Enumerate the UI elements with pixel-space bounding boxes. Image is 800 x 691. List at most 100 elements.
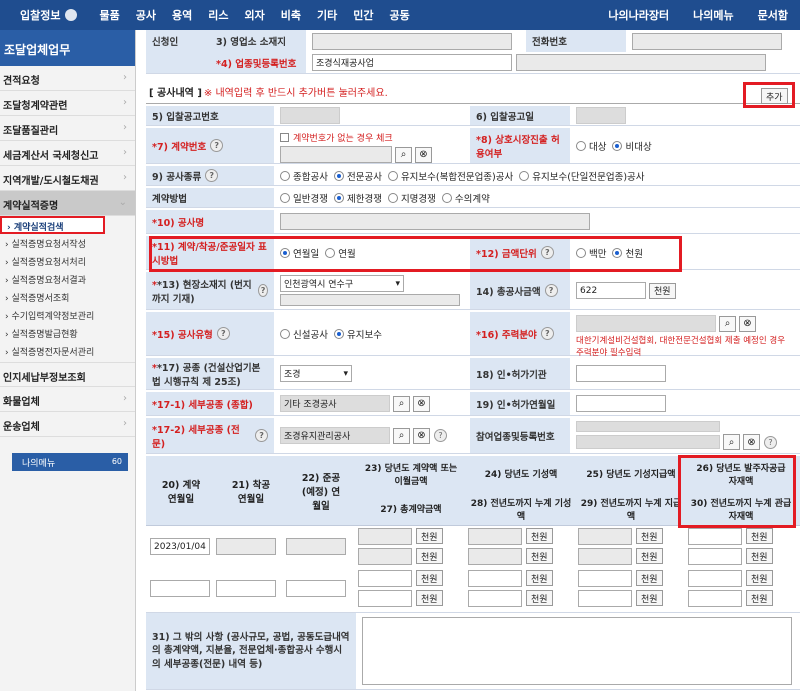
amount-30-field[interactable]	[688, 548, 742, 565]
amount-29b-field[interactable]	[578, 590, 632, 607]
clear-icon[interactable]: ⊗	[743, 434, 760, 450]
nav-bid-info[interactable]: 입찰정보	[0, 0, 91, 30]
amount-24b-field[interactable]	[468, 570, 522, 587]
permit-agency-field[interactable]	[576, 365, 666, 382]
participating-industry-field-2[interactable]	[576, 435, 720, 449]
class-new-option[interactable]: 신설공사	[280, 327, 328, 341]
method-nominated-option[interactable]: 지명경쟁	[387, 191, 436, 205]
method-open-option[interactable]: 일반경쟁	[280, 191, 328, 205]
nav-my-menu[interactable]: 나의메뉴	[681, 0, 745, 30]
work-type-select[interactable]: 조경 ▾	[280, 365, 352, 382]
help-icon[interactable]: ?	[258, 284, 268, 297]
amount-26-field[interactable]	[688, 528, 742, 545]
sidebar-sub-result[interactable]: › 실적증명요청서결과	[0, 270, 135, 288]
contract-date-field-2[interactable]	[150, 580, 210, 597]
sidebar-item-bonds[interactable]: 지역개발/도시철도채권 ›	[0, 166, 135, 191]
search-icon[interactable]: ⌕	[723, 434, 740, 450]
amount-23-field[interactable]	[358, 528, 412, 545]
sidebar-sub-search[interactable]: › 계약실적검색	[0, 216, 105, 234]
method-limited-option[interactable]: 제한경쟁	[333, 191, 382, 205]
amount-25-field[interactable]	[578, 528, 632, 545]
sidebar-item-transport[interactable]: 운송업체 ›	[0, 412, 135, 437]
amount-24-field[interactable]	[468, 528, 522, 545]
permit-date-field[interactable]	[576, 395, 666, 412]
amount-27b-field[interactable]	[358, 590, 412, 607]
start-date-field[interactable]	[216, 538, 276, 555]
other-notes-textarea[interactable]	[362, 617, 792, 685]
class-maint-option[interactable]: 유지보수	[333, 327, 382, 341]
type-maint-multi-option[interactable]: 유지보수(복합전문업종)공사	[387, 169, 513, 183]
bid-notice-number-field[interactable]	[280, 107, 340, 124]
type-maint-single-option[interactable]: 유지보수(단일전문업종)공사	[519, 169, 645, 183]
start-date-field-2[interactable]	[216, 580, 276, 597]
sidebar-item-stamp-tax[interactable]: 인지세납부정보조회	[0, 362, 135, 387]
sidebar-sub-view[interactable]: › 실적증명서조회	[0, 288, 135, 306]
help-icon[interactable]: ?	[210, 139, 224, 152]
nav-joint[interactable]: 공동	[381, 0, 417, 30]
amount-25b-field[interactable]	[578, 570, 632, 587]
sidebar-item-quality[interactable]: 조달품질관리 ›	[0, 116, 135, 141]
phone-field[interactable]	[632, 32, 782, 50]
nav-etc[interactable]: 기타	[309, 0, 345, 30]
search-icon[interactable]: ⌕	[393, 395, 410, 412]
nav-private[interactable]: 민간	[345, 0, 381, 30]
nav-goods[interactable]: 물품	[91, 0, 127, 30]
search-icon[interactable]: ⌕	[393, 427, 410, 444]
nav-lease[interactable]: 리스	[200, 0, 236, 30]
contract-number-field[interactable]	[280, 146, 392, 163]
sidebar-item-contract[interactable]: 조달청계약관련 ›	[0, 91, 135, 116]
no-contract-checkbox[interactable]	[280, 133, 289, 142]
sidebar-sub-manual[interactable]: › 수기입력계약정보관리	[0, 306, 135, 324]
clear-icon[interactable]: ⊗	[739, 315, 756, 332]
amount-30b-field[interactable]	[688, 590, 742, 607]
help-icon[interactable]: ?	[764, 435, 777, 449]
nav-stockpile[interactable]: 비축	[273, 0, 309, 30]
total-amount-field[interactable]: 622	[576, 282, 646, 299]
clear-icon[interactable]: ⊗	[413, 395, 430, 412]
contract-date-field[interactable]: 2023/01/04	[150, 538, 210, 555]
market-entry-nontarget-option[interactable]: 비대상	[612, 139, 652, 153]
help-icon[interactable]: ?	[216, 327, 230, 340]
completion-date-field-2[interactable]	[286, 580, 346, 597]
my-menu-box[interactable]: 나의메뉴 60	[12, 453, 128, 471]
amount-29-field[interactable]	[578, 548, 632, 565]
market-entry-target-option[interactable]: 대상	[576, 139, 606, 153]
help-icon[interactable]: ?	[255, 429, 268, 442]
nav-foreign[interactable]: 외자	[236, 0, 272, 30]
main-field-input[interactable]	[576, 315, 716, 332]
industry-field[interactable]: 조경식재공사업	[312, 54, 512, 71]
clear-icon[interactable]: ⊗	[413, 427, 430, 444]
sidebar-sub-issued[interactable]: › 실적증명발급현황	[0, 324, 135, 342]
sidebar-item-tax[interactable]: 세금계산서 국세청신고 ›	[0, 141, 135, 166]
amount-26b-field[interactable]	[688, 570, 742, 587]
help-icon[interactable]: ?	[434, 429, 447, 442]
office-address-field[interactable]	[312, 32, 512, 50]
amount-23b-field[interactable]	[358, 570, 412, 587]
bid-notice-date-field[interactable]	[576, 107, 626, 124]
search-icon[interactable]: ⌕	[395, 146, 412, 163]
nav-documents[interactable]: 문서함	[746, 0, 800, 30]
completion-date-field[interactable]	[286, 538, 346, 555]
help-icon[interactable]: ?	[544, 284, 558, 297]
sidebar-sub-edoc[interactable]: › 실적증명전자문서관리	[0, 342, 135, 360]
help-icon[interactable]: ?	[205, 169, 219, 182]
nav-my-naramarket[interactable]: 나의나라장터	[596, 0, 681, 30]
sidebar-item-freight[interactable]: 화물업체 ›	[0, 387, 135, 412]
registration-number-field[interactable]	[516, 54, 766, 71]
site-location-select[interactable]: 인천광역시 연수구 ▾	[280, 275, 404, 292]
nav-service[interactable]: 용역	[164, 0, 200, 30]
amount-27-field[interactable]	[358, 548, 412, 565]
method-private-option[interactable]: 수의계약	[441, 191, 490, 205]
nav-construction[interactable]: 공사	[128, 0, 164, 30]
type-specialty-option[interactable]: 전문공사	[333, 169, 382, 183]
amount-28b-field[interactable]	[468, 590, 522, 607]
help-icon[interactable]: ?	[540, 327, 554, 340]
type-general-option[interactable]: 종합공사	[280, 169, 328, 183]
sidebar-sub-process[interactable]: › 실적증명요청서처리	[0, 252, 135, 270]
sub-work-general-field[interactable]: 기타 조경공사	[280, 395, 390, 412]
participating-industry-field-1[interactable]	[576, 421, 720, 432]
sub-work-specialty-field[interactable]: 조경유지관리공사	[280, 427, 390, 444]
project-name-field[interactable]	[280, 213, 590, 230]
sidebar-sub-write[interactable]: › 실적증명요청서작성	[0, 234, 135, 252]
site-address-field[interactable]	[280, 294, 460, 306]
